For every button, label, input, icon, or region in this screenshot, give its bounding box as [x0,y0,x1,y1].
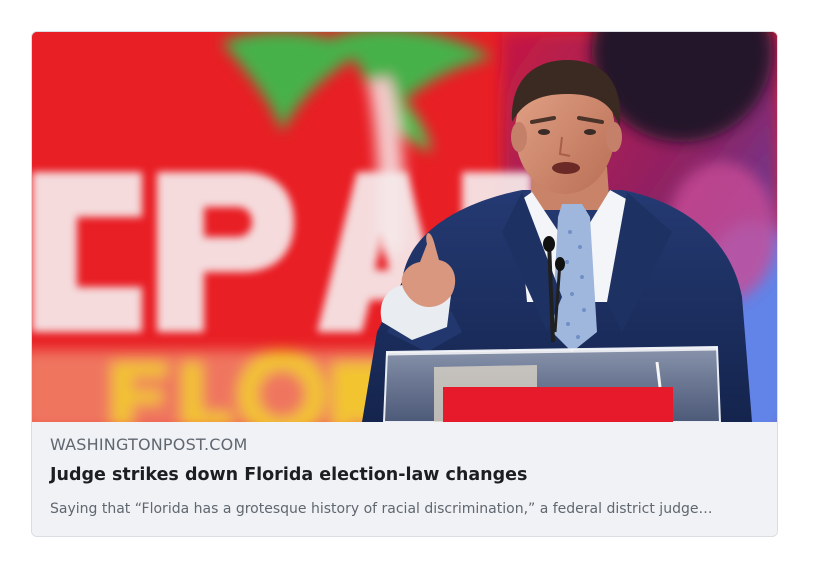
article-headline[interactable]: Judge strikes down Florida election-law … [50,465,527,485]
source-domain: WASHINGTONPOST.COM [50,435,248,454]
article-image[interactable] [32,32,777,422]
link-preview-meta: WASHINGTONPOST.COM Judge strikes down Fl… [32,422,777,536]
article-description: Saying that “Florida has a grotesque his… [50,501,713,517]
link-preview-card[interactable]: WASHINGTONPOST.COM Judge strikes down Fl… [31,31,778,537]
news-photo-icon [32,32,777,422]
